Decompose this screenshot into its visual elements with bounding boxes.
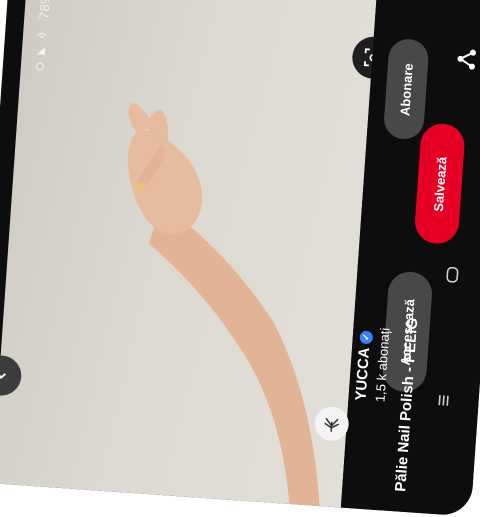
- signal-icon: [36, 46, 46, 55]
- subscribe-button[interactable]: Abonare: [382, 37, 430, 141]
- save-button[interactable]: Salvează: [413, 122, 466, 246]
- alarm-icon: [35, 62, 44, 71]
- verified-badge-icon: ✓: [358, 330, 373, 344]
- phone-screen: 78% ⋮ Abonare Salvează Accesează YUCCA✓: [0, 0, 480, 517]
- pin-image[interactable]: [0, 0, 377, 517]
- nav-recents-icon[interactable]: [432, 390, 455, 411]
- hand-photo: [127, 103, 321, 517]
- share-icon[interactable]: [454, 46, 480, 72]
- yucca-logo-icon: [324, 417, 340, 432]
- nav-home-icon[interactable]: [441, 264, 464, 285]
- battery-percent: 78%: [36, 0, 54, 20]
- wifi-icon: [37, 32, 47, 39]
